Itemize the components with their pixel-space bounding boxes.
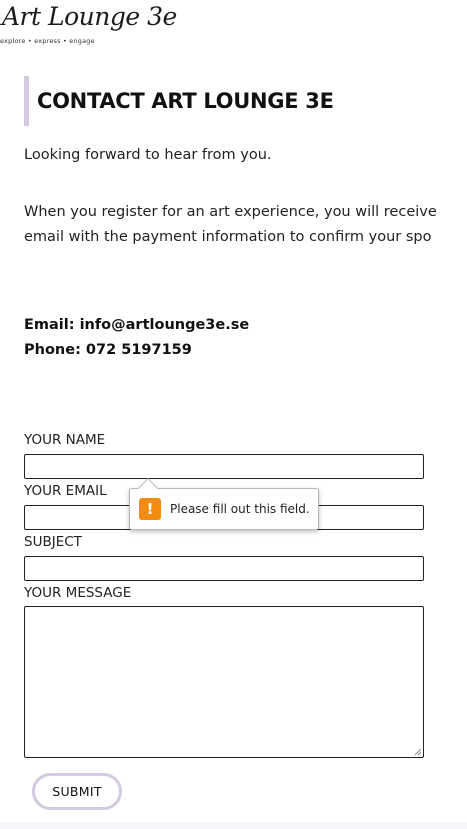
footer-strip xyxy=(0,822,467,829)
name-field[interactable] xyxy=(24,454,424,479)
intro-text: Looking forward to hear from you. xyxy=(24,147,272,163)
logo-tagline: explore • express • engage xyxy=(0,37,95,45)
validation-message: Please fill out this field. xyxy=(170,502,310,516)
site-logo[interactable]: Art Lounge 3e explore • express • engage xyxy=(0,2,177,48)
name-label: YOUR NAME xyxy=(24,432,106,448)
contact-phone: Phone: 072 5197159 xyxy=(24,342,192,358)
contact-email: Email: info@artlounge3e.se xyxy=(24,317,250,333)
message-label: YOUR MESSAGE xyxy=(24,585,132,601)
logo-wordmark: Art Lounge 3e xyxy=(2,2,177,31)
email-label: YOUR EMAIL xyxy=(24,483,107,499)
submit-button[interactable]: SUBMIT xyxy=(32,773,122,810)
page-title: CONTACT ART LOUNGE 3E xyxy=(37,89,334,113)
tooltip-arrow xyxy=(138,478,158,498)
heading-block: CONTACT ART LOUNGE 3E xyxy=(24,76,334,126)
register-text-line-1: When you register for an art experience,… xyxy=(24,204,437,220)
message-field[interactable] xyxy=(24,606,424,758)
subject-label: SUBJECT xyxy=(24,534,82,550)
resize-grip-icon[interactable] xyxy=(414,748,422,756)
subject-field[interactable] xyxy=(24,556,424,581)
warning-icon: ! xyxy=(139,498,161,520)
contact-page: Art Lounge 3e explore • express • engage… xyxy=(0,0,467,829)
register-text-line-2: email with the payment information to co… xyxy=(24,229,432,245)
validation-tooltip: ! Please fill out this field. xyxy=(129,478,319,530)
